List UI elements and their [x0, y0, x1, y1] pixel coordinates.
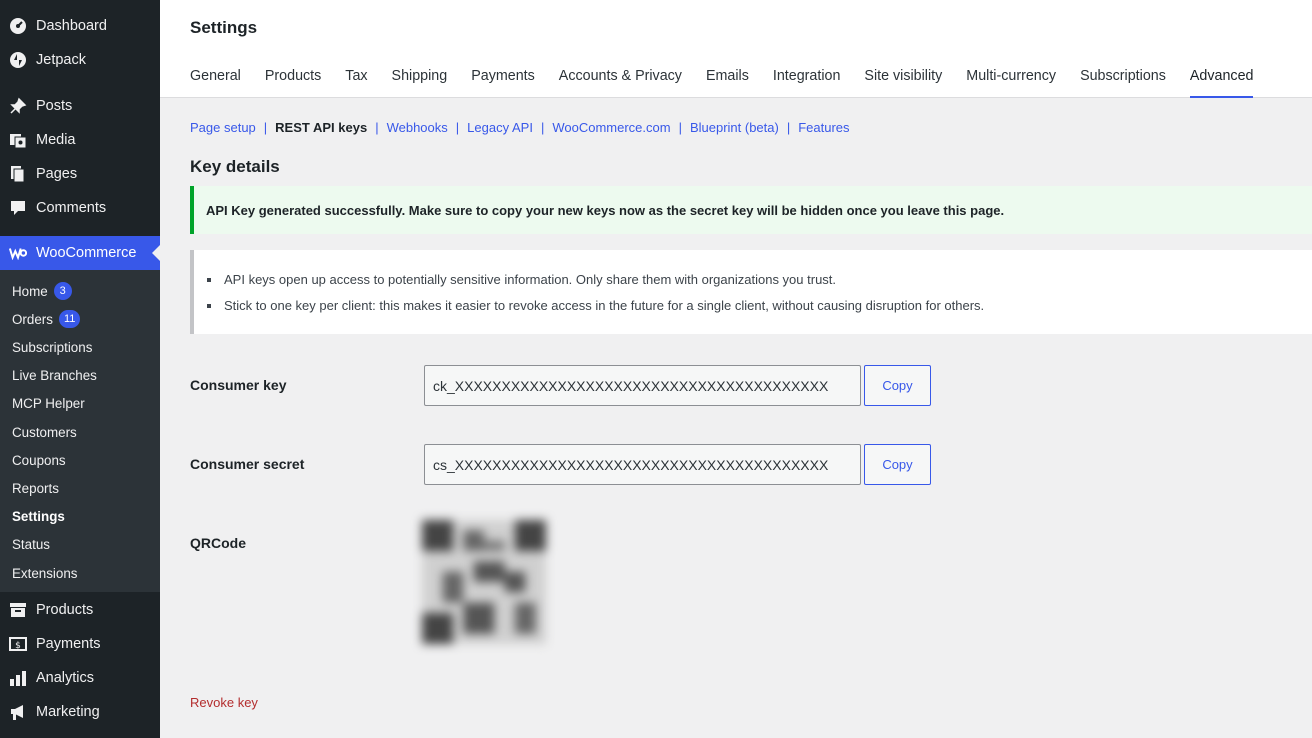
menu-item-label: Media — [36, 132, 76, 148]
subnav-separator: | — [540, 120, 545, 135]
admin-sidebar: Dashboard Jetpack Posts Media Pages Comm… — [0, 0, 160, 738]
info-note: API keys open up access to potentially s… — [207, 272, 1312, 287]
tab-advanced[interactable]: Advanced — [1189, 66, 1254, 98]
consumer-secret-label: Consumer secret — [190, 456, 305, 472]
menu-item-dashboard[interactable]: Dashboard — [0, 9, 160, 43]
tab-subscriptions[interactable]: Subscriptions — [1080, 66, 1166, 98]
submenu-label: Orders — [12, 311, 53, 327]
qrcode-label: QRCode — [190, 535, 246, 551]
tab-general[interactable]: General — [190, 66, 241, 98]
menu-item-woocommerce[interactable]: WooCommerce — [0, 236, 160, 270]
info-note: Stick to one key per client: this makes … — [207, 298, 1312, 313]
settings-header: Settings General Products Tax Shipping P… — [160, 0, 1312, 98]
submenu-item-extensions[interactable]: Extensions — [12, 563, 78, 583]
submenu-item-subscriptions[interactable]: Subscriptions — [12, 337, 92, 357]
menu-item-posts[interactable]: Posts — [0, 89, 160, 123]
menu-item-pages[interactable]: Pages — [0, 157, 160, 191]
menu-item-label: Dashboard — [36, 18, 107, 34]
settings-tabs: General Products Tax Shipping Payments A… — [190, 66, 1277, 98]
menu-item-payments[interactable]: $ Payments — [0, 627, 160, 661]
subnav-separator: | — [455, 120, 460, 135]
tab-accounts-privacy[interactable]: Accounts & Privacy — [559, 66, 682, 98]
menu-item-analytics[interactable]: Analytics — [0, 661, 160, 695]
menu-item-marketing[interactable]: Marketing — [0, 695, 160, 729]
submenu-item-coupons[interactable]: Coupons — [12, 450, 66, 470]
submenu-item-live-branches[interactable]: Live Branches — [12, 365, 97, 385]
comments-icon — [9, 199, 27, 217]
jetpack-icon — [9, 51, 27, 69]
menu-item-comments[interactable]: Comments — [0, 191, 160, 225]
count-badge: 3 — [53, 282, 72, 300]
copy-consumer-secret-button[interactable]: Copy — [864, 444, 931, 485]
qrcode-image — [422, 520, 546, 644]
tab-emails[interactable]: Emails — [706, 66, 749, 98]
success-notice: API Key generated successfully. Make sur… — [190, 186, 1312, 234]
subnav-woocommerce-com[interactable]: WooCommerce.com — [552, 120, 670, 135]
copy-consumer-key-button[interactable]: Copy — [864, 365, 931, 406]
submenu-item-status[interactable]: Status — [12, 534, 50, 554]
tab-site-visibility[interactable]: Site visibility — [864, 66, 942, 98]
payments-icon: $ — [9, 635, 27, 653]
submenu-item-home[interactable]: Home 3 — [12, 281, 72, 301]
megaphone-icon — [9, 703, 27, 721]
menu-item-label: Jetpack — [36, 52, 86, 68]
count-badge: 11 — [58, 310, 81, 328]
menu-item-media[interactable]: Media — [0, 123, 160, 157]
media-icon — [9, 131, 27, 149]
subnav-page-setup[interactable]: Page setup — [190, 120, 256, 135]
tab-payments[interactable]: Payments — [471, 66, 535, 98]
subnav-separator: | — [375, 120, 379, 135]
pin-icon — [9, 97, 27, 115]
submenu-label: Home — [12, 283, 48, 299]
revoke-key-link[interactable]: Revoke key — [190, 695, 258, 710]
menu-item-label: WooCommerce — [36, 245, 137, 261]
submenu-item-customers[interactable]: Customers — [12, 422, 77, 442]
submenu-item-mcp-helper[interactable]: MCP Helper — [12, 393, 85, 413]
menu-item-jetpack[interactable]: Jetpack — [0, 43, 160, 77]
submenu-item-reports[interactable]: Reports — [12, 478, 59, 498]
subnav-legacy-api[interactable]: Legacy API — [467, 120, 533, 135]
menu-item-label: Analytics — [36, 670, 95, 686]
archive-icon — [9, 601, 27, 619]
section-title: Key details — [190, 157, 280, 176]
info-notice: API keys open up access to potentially s… — [190, 250, 1312, 334]
subnav-features[interactable]: Features — [798, 120, 849, 135]
menu-item-label: Payments — [36, 636, 101, 652]
subnav-separator: | — [678, 120, 682, 135]
pages-icon — [9, 165, 27, 183]
chart-bar-icon — [9, 669, 27, 687]
advanced-subnav: Page setup | REST API keys | Webhooks | … — [190, 120, 850, 135]
tab-integration[interactable]: Integration — [773, 66, 841, 98]
subnav-webhooks[interactable]: Webhooks — [387, 120, 448, 135]
woocommerce-submenu: Home 3 Orders 11 Subscriptions Live Bran… — [0, 270, 160, 592]
woocommerce-icon — [9, 244, 27, 262]
menu-item-products[interactable]: Products — [0, 593, 160, 627]
subnav-separator: | — [263, 120, 268, 135]
menu-item-label: Marketing — [36, 704, 100, 720]
svg-text:$: $ — [15, 641, 21, 651]
tab-shipping[interactable]: Shipping — [392, 66, 448, 98]
menu-item-label: Comments — [36, 200, 107, 216]
tab-multi-currency[interactable]: Multi-currency — [966, 66, 1056, 98]
consumer-key-label: Consumer key — [190, 377, 287, 393]
submenu-item-settings[interactable]: Settings — [12, 506, 65, 526]
consumer-key-field[interactable] — [424, 365, 861, 406]
menu-item-label: Products — [36, 602, 94, 618]
page-title: Settings — [190, 18, 258, 37]
menu-item-label: Pages — [36, 166, 78, 182]
subnav-rest-api-keys: REST API keys — [275, 120, 368, 135]
subnav-blueprint[interactable]: Blueprint (beta) — [690, 120, 779, 135]
consumer-secret-field[interactable] — [424, 444, 861, 485]
subnav-separator: | — [786, 120, 791, 135]
tab-products[interactable]: Products — [265, 66, 321, 98]
tab-tax[interactable]: Tax — [345, 66, 367, 98]
menu-item-label: Posts — [36, 98, 73, 114]
dashboard-icon — [9, 17, 27, 35]
submenu-item-orders[interactable]: Orders 11 — [12, 309, 81, 329]
